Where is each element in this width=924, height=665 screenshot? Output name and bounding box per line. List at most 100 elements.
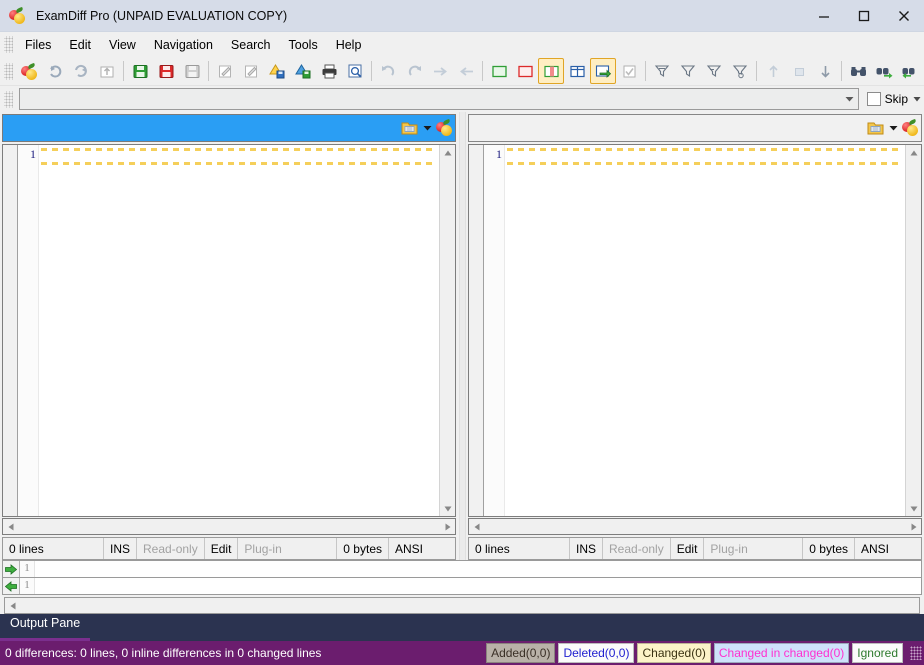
menu-gripper[interactable] (4, 36, 13, 53)
scroll-right-icon[interactable] (906, 520, 921, 533)
inline-diff-row[interactable]: 1 (2, 560, 922, 577)
toolbar-separator (482, 61, 483, 81)
menu-item-view[interactable]: View (100, 35, 145, 55)
left-vertical-scrollbar[interactable] (439, 145, 455, 516)
right-horizontal-scrollbar[interactable] (468, 518, 922, 535)
resize-grip[interactable] (910, 646, 922, 660)
red-block-icon[interactable] (512, 58, 538, 84)
left-horizontal-scrollbar[interactable] (2, 518, 456, 535)
print-preview-icon[interactable] (342, 58, 368, 84)
copy-left-icon[interactable] (453, 58, 479, 84)
pane-splitter[interactable] (456, 112, 468, 560)
addressbar-overflow-icon[interactable] (910, 89, 924, 109)
left-pane-body[interactable]: 1 (2, 144, 456, 517)
find-prev-icon[interactable] (897, 58, 923, 84)
filter-all-icon[interactable] (649, 58, 675, 84)
right-pane-app-icon[interactable] (901, 119, 921, 137)
close-button[interactable] (884, 0, 924, 31)
stop-icon[interactable] (786, 58, 812, 84)
inline-diff-horizontal-scrollbar[interactable] (4, 597, 920, 614)
left-file-path-input[interactable] (3, 120, 400, 136)
scroll-right-icon[interactable] (440, 520, 455, 533)
title-bar: ExamDiff Pro (UNPAID EVALUATION COPY) (0, 0, 924, 32)
chevron-down-icon[interactable] (842, 90, 858, 108)
left-pane-app-icon[interactable] (435, 119, 455, 137)
arrow-left-green-icon[interactable] (3, 578, 20, 594)
scroll-left-icon[interactable] (5, 599, 20, 612)
addressbar-gripper[interactable] (4, 91, 13, 108)
minimize-button[interactable] (804, 0, 844, 31)
menu-item-files[interactable]: Files (16, 35, 60, 55)
left-pane-header[interactable] (2, 114, 456, 142)
right-diff-gutter (469, 145, 484, 516)
legend-deleted[interactable]: Deleted(0,0) (558, 643, 634, 663)
green-block-icon[interactable] (486, 58, 512, 84)
redo-icon[interactable] (401, 58, 427, 84)
tab-output-pane[interactable]: Output Pane (0, 613, 90, 641)
right-text-area[interactable] (505, 145, 905, 516)
left-status-edit[interactable]: Edit (205, 538, 239, 559)
legend-added[interactable]: Added(0,0) (486, 643, 555, 663)
menu-item-navigation[interactable]: Navigation (145, 35, 222, 55)
scroll-down-icon[interactable] (440, 501, 455, 516)
right-vertical-scrollbar[interactable] (905, 145, 921, 516)
right-pane-status-bar: 0 lines INS Read-only Edit Plug-in 0 byt… (468, 537, 922, 560)
left-pane-dropdown-icon[interactable] (420, 119, 435, 137)
legend-changed-in-changed[interactable]: Changed in changed(0) (714, 643, 849, 663)
edit-left-icon[interactable] (212, 58, 238, 84)
compare-files-icon[interactable] (16, 58, 42, 84)
save-as-right-icon[interactable] (290, 58, 316, 84)
address-combo[interactable] (19, 88, 859, 110)
menu-item-help[interactable]: Help (327, 35, 371, 55)
find-next-icon[interactable] (871, 58, 897, 84)
edit-right-icon[interactable] (238, 58, 264, 84)
filter-added-icon[interactable] (675, 58, 701, 84)
right-status-edit[interactable]: Edit (671, 538, 705, 559)
next-diff-icon[interactable] (812, 58, 838, 84)
legend-ignored[interactable]: Ignored (852, 643, 903, 663)
left-text-area[interactable] (39, 145, 439, 516)
save-right-icon[interactable] (153, 58, 179, 84)
split-view-icon[interactable] (538, 58, 564, 84)
scroll-down-icon[interactable] (906, 501, 921, 516)
undo-icon[interactable] (375, 58, 401, 84)
skip-checkbox-group[interactable]: Skip (867, 92, 908, 106)
address-input[interactable] (20, 91, 842, 107)
print-icon[interactable] (316, 58, 342, 84)
save-as-left-icon[interactable] (264, 58, 290, 84)
arrow-right-green-icon[interactable] (3, 561, 20, 577)
menu-item-tools[interactable]: Tools (280, 35, 327, 55)
skip-checkbox[interactable] (867, 92, 881, 106)
grid-view-icon[interactable] (564, 58, 590, 84)
menu-item-search[interactable]: Search (222, 35, 280, 55)
refresh-icon[interactable] (42, 58, 68, 84)
scroll-left-icon[interactable] (469, 520, 484, 533)
right-pane-header[interactable] (468, 114, 922, 142)
folder-open-icon[interactable] (866, 119, 886, 137)
refresh-all-icon[interactable] (68, 58, 94, 84)
scroll-left-icon[interactable] (3, 520, 18, 533)
menu-item-edit[interactable]: Edit (60, 35, 100, 55)
prev-diff-icon[interactable] (760, 58, 786, 84)
right-pane-body[interactable]: 1 (468, 144, 922, 517)
scroll-up-icon[interactable] (440, 145, 455, 160)
export-icon[interactable] (94, 58, 120, 84)
save-left-icon[interactable] (127, 58, 153, 84)
right-file-path-input[interactable] (469, 120, 866, 136)
sync-scroll-icon[interactable] (590, 58, 616, 84)
filter-changed-icon[interactable] (701, 58, 727, 84)
maximize-button[interactable] (844, 0, 884, 31)
filter-clear-icon[interactable] (727, 58, 753, 84)
inline-diff-text[interactable] (35, 561, 921, 577)
right-pane-dropdown-icon[interactable] (886, 119, 901, 137)
copy-right-icon[interactable] (427, 58, 453, 84)
checkbox-icon[interactable] (616, 58, 642, 84)
save-all-icon[interactable] (179, 58, 205, 84)
scroll-up-icon[interactable] (906, 145, 921, 160)
folder-open-icon[interactable] (400, 119, 420, 137)
inline-diff-row[interactable]: 1 (2, 577, 922, 595)
toolbar-gripper[interactable] (4, 63, 13, 80)
legend-changed[interactable]: Changed(0) (637, 643, 710, 663)
find-icon[interactable] (845, 58, 871, 84)
inline-diff-text[interactable] (35, 578, 921, 594)
